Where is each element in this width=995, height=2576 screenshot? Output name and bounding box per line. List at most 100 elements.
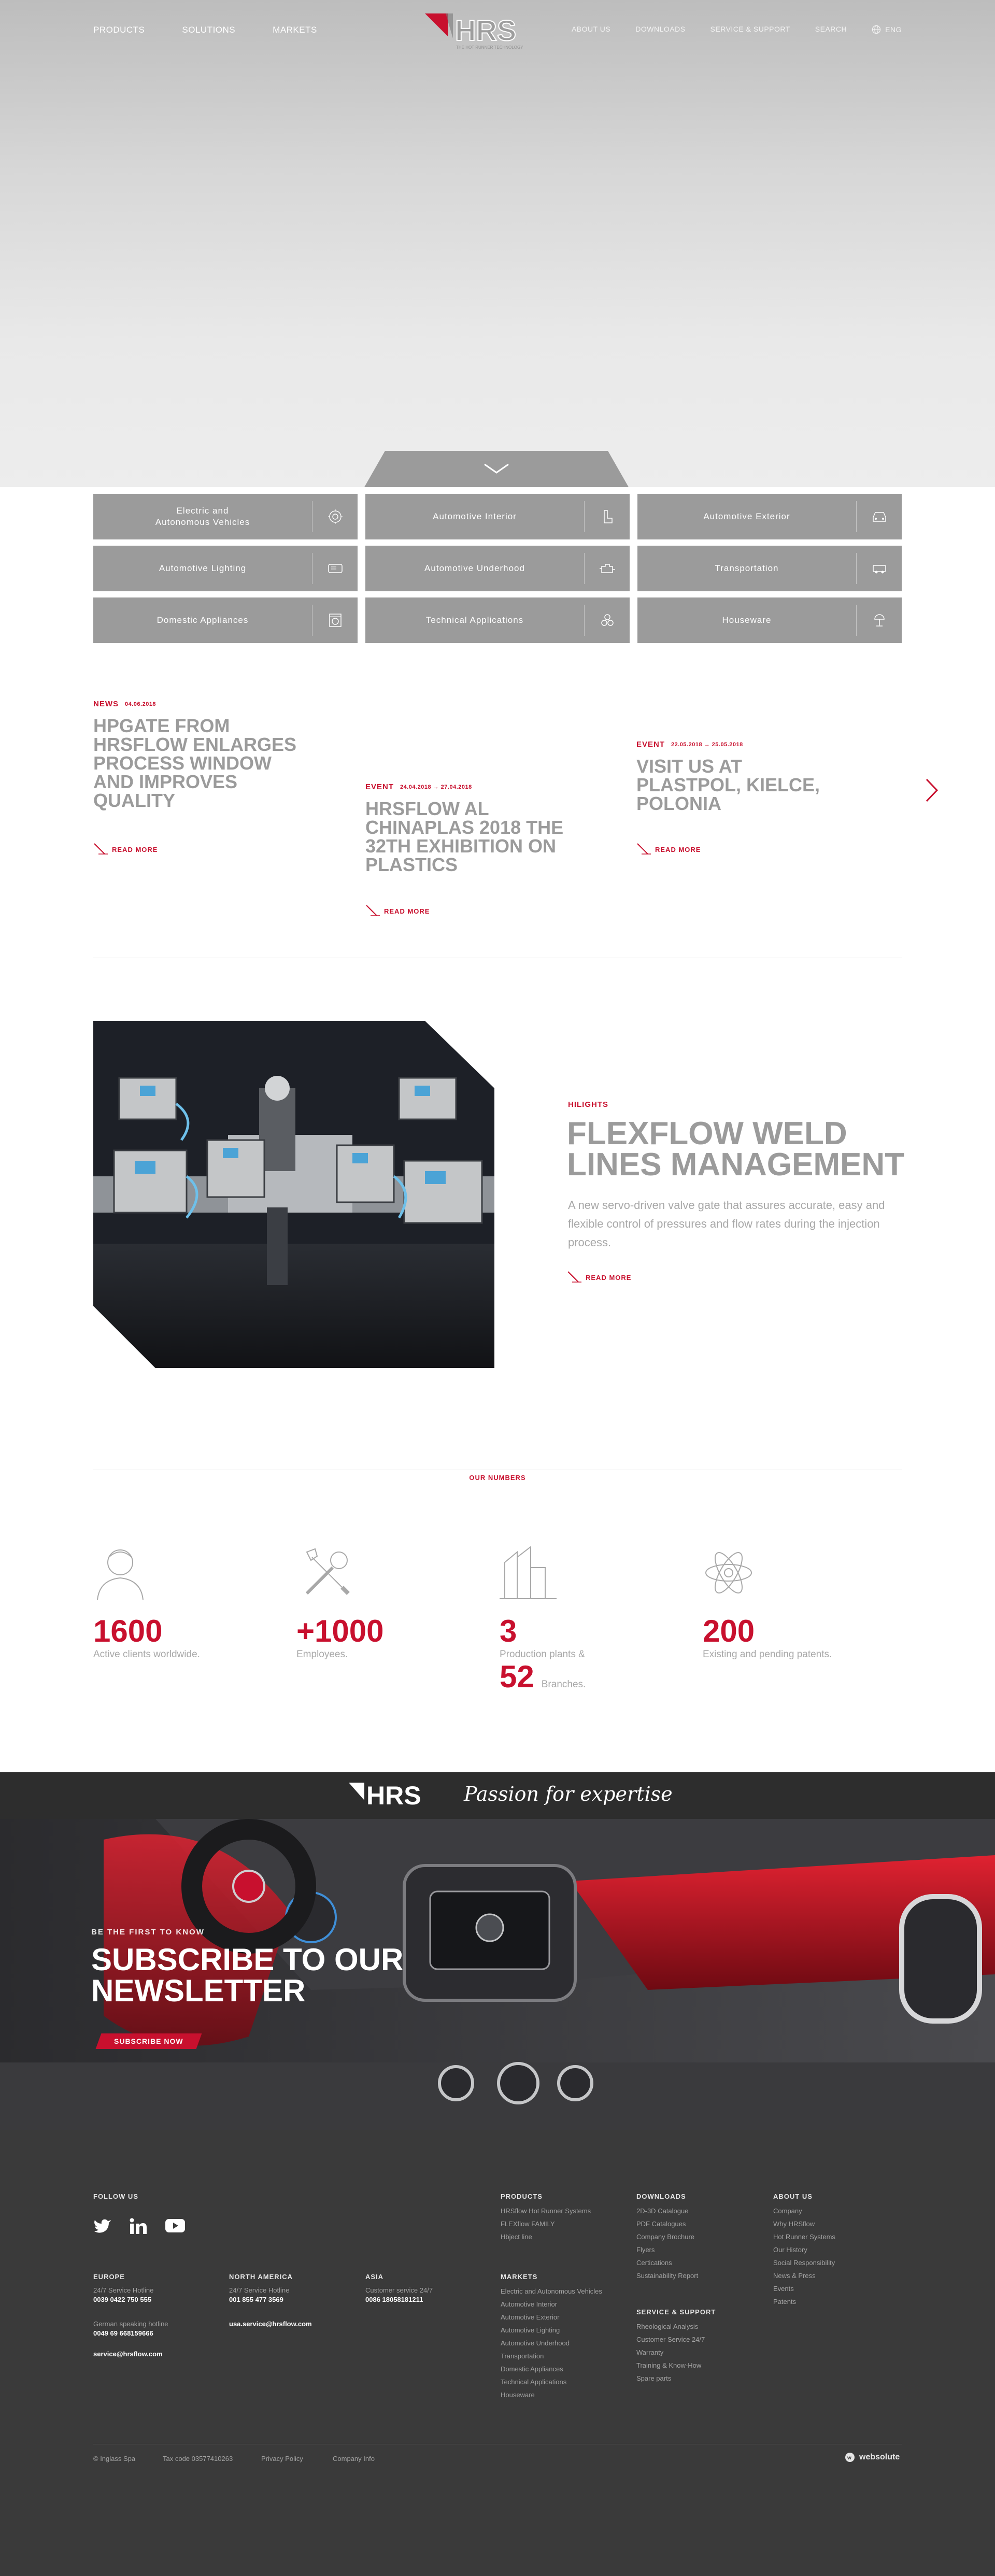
footer-link[interactable]: Events — [773, 2284, 835, 2294]
read-more-link[interactable]: READ MORE — [567, 1271, 631, 1284]
hrs-logo[interactable]: HRS THE HOT RUNNER TECHNOLOGY — [425, 10, 544, 52]
footer-link[interactable]: Training & Know-How — [636, 2360, 705, 2371]
category-automotive-lighting[interactable]: Automotive Lighting — [93, 546, 358, 591]
privacy-policy-link[interactable]: Privacy Policy — [261, 2455, 303, 2463]
flexflow-product-image[interactable] — [93, 1021, 494, 1368]
stat-text-secondary: Branches. — [541, 1679, 586, 1690]
footer-link[interactable]: News & Press — [773, 2271, 835, 2281]
footer-link[interactable]: Technical Applications — [501, 2377, 602, 2387]
atom-icon — [705, 1552, 752, 1593]
nav-search[interactable]: SEARCH — [815, 25, 847, 34]
footer-link[interactable]: Houseware — [501, 2390, 602, 2400]
footer-link[interactable]: Our History — [773, 2245, 835, 2255]
websolute-credit[interactable]: w websolute — [845, 2452, 900, 2463]
german-hotline[interactable]: 0049 69 668159666 — [93, 2328, 153, 2339]
highlight-kicker: HILIGHTS — [568, 1100, 608, 1109]
footer-link[interactable]: FLEXflow FAMILY — [501, 2219, 591, 2229]
category-transportation[interactable]: Transportation — [637, 546, 902, 591]
footer-link[interactable]: Flyers — [636, 2245, 698, 2255]
footer-link[interactable]: Automotive Underhood — [501, 2338, 602, 2349]
footer-link[interactable]: Spare parts — [636, 2373, 705, 2384]
stat-text: Production plants & — [500, 1649, 585, 1660]
category-automotive-exterior[interactable]: Automotive Exterior — [637, 494, 902, 539]
footer-link[interactable]: Hot Runner Systems — [773, 2232, 835, 2242]
north-america-hotline[interactable]: 001 855 477 3569 — [229, 2295, 283, 2305]
asia-hotline[interactable]: 0086 18058181211 — [365, 2295, 423, 2305]
news-item: NEWS 04.06.2018 HPGATE FROM HRSFLOW ENLAR… — [93, 700, 301, 810]
read-more-link[interactable]: READ MORE — [636, 843, 701, 856]
news-title[interactable]: VISIT US AT PLASTPOL, KIELCE, POLONIA — [636, 757, 844, 813]
footer-link[interactable]: Customer Service 24/7 — [636, 2335, 705, 2345]
footer-link[interactable]: Hbject line — [501, 2232, 591, 2242]
footer-link[interactable]: Electric and Autonomous Vehicles — [501, 2286, 602, 2297]
next-arrow-icon[interactable] — [923, 777, 939, 803]
hero-banner — [0, 0, 995, 487]
category-houseware[interactable]: Houseware — [637, 597, 902, 643]
news-title[interactable]: HPGATE FROM HRSFLOW ENLARGES PROCESS WIN… — [93, 717, 301, 810]
footer-link[interactable]: Patents — [773, 2297, 835, 2307]
footer-link[interactable]: 2D-3D Catalogue — [636, 2206, 698, 2216]
truck-icon — [872, 565, 886, 574]
news-title[interactable]: HRSFLOW AL CHINAPLAS 2018 THE 32TH EXHIB… — [365, 800, 583, 874]
read-more-link[interactable]: READ MORE — [93, 843, 158, 856]
highlight-title[interactable]: FLEXFLOW WELD LINES MANAGEMENT — [567, 1118, 930, 1181]
footer-link[interactable]: Company Brochure — [636, 2232, 698, 2242]
europe-heading: EUROPE — [93, 2273, 125, 2281]
footer-link[interactable]: Automotive Exterior — [501, 2312, 602, 2323]
europe-email[interactable]: service@hrsflow.com — [93, 2349, 163, 2359]
europe-hotline[interactable]: 0039 0422 750 555 — [93, 2295, 151, 2305]
stat-patents: 200 Existing and pending patents. — [703, 1542, 889, 1660]
youtube-icon[interactable] — [165, 2218, 186, 2233]
footer-link[interactable]: Domestic Appliances — [501, 2364, 602, 2374]
footer-link[interactable]: Automotive Lighting — [501, 2325, 602, 2336]
footer-link[interactable]: HRSflow Hot Runner Systems — [501, 2206, 591, 2216]
scroll-down-tab[interactable] — [364, 451, 629, 487]
nav-solutions[interactable]: SOLUTIONS — [182, 25, 235, 35]
footer-link[interactable]: Sustainability Report — [636, 2271, 698, 2281]
market-categories: Electric and Autonomous Vehicles Automot… — [93, 494, 902, 643]
slash-arrow-icon — [567, 1271, 581, 1283]
nav-downloads[interactable]: DOWNLOADS — [635, 25, 685, 34]
footer-link[interactable]: Social Responsibility — [773, 2258, 835, 2268]
news-item: EVENT 22.05.2018 → 25.05.2018 VISIT US AT… — [636, 740, 844, 813]
linkedin-icon[interactable] — [130, 2218, 147, 2235]
twitter-icon[interactable] — [93, 2218, 112, 2233]
footer-link[interactable]: Warranty — [636, 2347, 705, 2358]
brand-tagline: Passion for expertise — [464, 1783, 673, 1805]
nav-products[interactable]: PRODUCTS — [93, 25, 145, 35]
service-support-heading: SERVICE & SUPPORT — [636, 2308, 716, 2316]
nav-service-support[interactable]: SERVICE & SUPPORT — [710, 25, 790, 34]
category-electric-autonomous-vehicles[interactable]: Electric and Autonomous Vehicles — [93, 494, 358, 539]
footer-link[interactable]: PDF Catalogues — [636, 2219, 698, 2229]
stat-text: Employees. — [296, 1649, 348, 1660]
markets-links: Electric and Autonomous Vehicles Automot… — [501, 2286, 602, 2400]
washing-machine-icon — [329, 614, 342, 627]
utility-nav: ABOUT US DOWNLOADS SERVICE & SUPPORT SEA… — [572, 25, 902, 34]
language-selector[interactable]: ENG — [872, 25, 902, 34]
footer-link[interactable]: Company — [773, 2206, 835, 2216]
footer-link[interactable]: Automotive Interior — [501, 2299, 602, 2310]
nav-markets[interactable]: MARKETS — [273, 25, 317, 35]
read-more-label: READ MORE — [384, 907, 430, 915]
stat-clients: 1600 Active clients worldwide. — [93, 1542, 280, 1660]
north-america-email[interactable]: usa.service@hrsflow.com — [229, 2319, 312, 2329]
category-technical-applications[interactable]: Technical Applications — [365, 597, 630, 643]
footer-link[interactable]: Rheological Analysis — [636, 2322, 705, 2332]
category-domestic-appliances[interactable]: Domestic Appliances — [93, 597, 358, 643]
car-seat-icon — [603, 510, 613, 523]
stat-value-secondary: 52 — [500, 1659, 534, 1694]
footer-link[interactable]: Certications — [636, 2258, 698, 2268]
category-automotive-underhood[interactable]: Automotive Underhood — [365, 546, 630, 591]
footer-link[interactable]: Transportation — [501, 2351, 602, 2361]
stat-value: 3 — [500, 1614, 517, 1648]
company-info-link[interactable]: Company Info — [333, 2455, 375, 2463]
subscribe-button[interactable]: SUBSCRIBE NOW — [95, 2033, 202, 2049]
car-front-icon — [872, 512, 886, 522]
stat-text: Active clients worldwide. — [93, 1649, 200, 1660]
nav-about-us[interactable]: ABOUT US — [572, 25, 610, 34]
buildings-icon — [500, 1545, 557, 1599]
category-automotive-interior[interactable]: Automotive Interior — [365, 494, 630, 539]
news-date: 24.04.2018 → 27.04.2018 — [400, 784, 472, 790]
footer-link[interactable]: Why HRSflow — [773, 2219, 835, 2229]
read-more-link[interactable]: READ MORE — [365, 904, 430, 918]
